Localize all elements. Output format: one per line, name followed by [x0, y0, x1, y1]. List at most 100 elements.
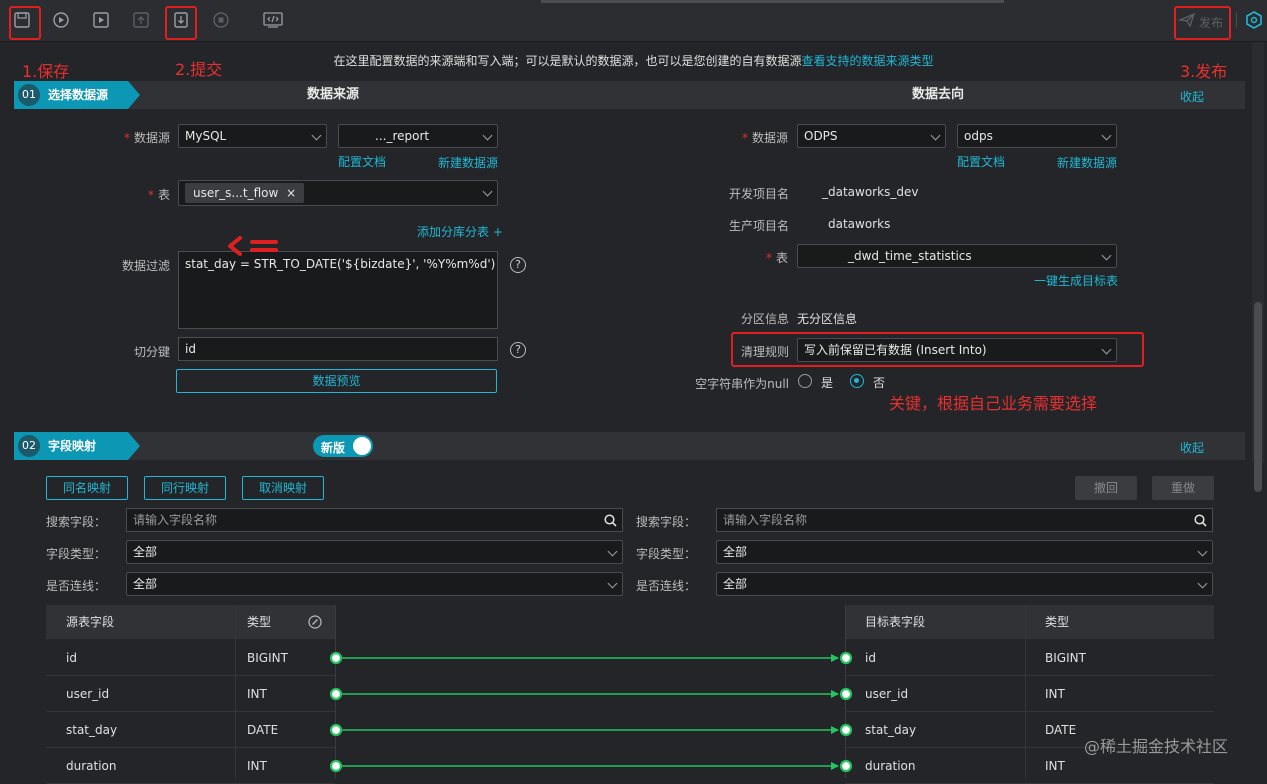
dst-conn-select[interactable]: 全部 [716, 572, 1213, 596]
source-table-tag: user_s...t_flow × [185, 183, 305, 203]
section-number: 01 [16, 82, 42, 108]
same-name-mapping-button[interactable]: 同名映射 [46, 476, 128, 500]
data-preview-button[interactable]: 数据预览 [176, 369, 497, 393]
dst-field-name: stat_day [865, 723, 917, 737]
target-config-doc-link[interactable]: 配置文档 [957, 153, 1005, 170]
dst-field-name: duration [865, 759, 916, 773]
annotation-key-note: 关键，根据自己业务需要选择 [889, 394, 1098, 413]
source-table-label: * 表 [147, 188, 170, 202]
mapping-link-line[interactable] [328, 687, 854, 701]
src-search-input[interactable]: 请输入字段名称 [126, 508, 623, 532]
dst-field-type: INT [1045, 687, 1065, 701]
target-title: 数据去向 [912, 87, 965, 102]
source-table-select[interactable]: user_s...t_flow × [178, 180, 498, 206]
target-ds-type-select[interactable]: ODPS [797, 124, 946, 148]
prod-project-value: dataworks [828, 217, 891, 231]
target-new-ds-link[interactable]: 新建数据源 [1057, 154, 1117, 171]
code-view-icon[interactable] [263, 11, 283, 29]
upload-icon[interactable] [132, 11, 150, 29]
src-field-name: id [66, 651, 77, 665]
src-type-select[interactable]: 全部 [126, 540, 623, 564]
dev-project-label: 开发项目名 [728, 187, 789, 201]
source-table-header: 源表字段 类型 [46, 605, 335, 639]
source-config-doc-link[interactable]: 配置文档 [338, 153, 386, 170]
null-yes-radio[interactable] [798, 374, 812, 388]
src-type-label: 字段类型： [46, 547, 107, 561]
collapse-link[interactable]: 收起 [1180, 88, 1204, 105]
watermark: @稀土掘金技术社区 [1084, 737, 1229, 756]
info-line: 在这里配置数据的来源端和写入端；可以是默认的数据源，也可以是您创建的自有数据源查… [0, 52, 1267, 69]
src-field-type: BIGINT [247, 651, 288, 665]
remove-tag-icon[interactable]: × [286, 186, 296, 200]
src-field-name: user_id [66, 687, 110, 701]
source-title: 数据来源 [307, 87, 360, 102]
section-datasource-header: 01 选择数据源 数据来源 数据去向 收起 [14, 81, 1245, 109]
section-tag-label: 字段映射 [48, 439, 97, 453]
dst-search-label: 搜索字段： [636, 515, 697, 529]
dst-type-select[interactable]: 全部 [716, 540, 1213, 564]
run-icon[interactable] [52, 11, 70, 29]
run-with-params-icon[interactable] [92, 11, 110, 29]
src-conn-select[interactable]: 全部 [126, 572, 623, 596]
operation-center-icon[interactable] [1245, 11, 1263, 29]
collapse-link[interactable]: 收起 [1180, 439, 1204, 456]
src-search-label: 搜索字段： [46, 515, 107, 529]
new-version-toggle[interactable]: 新版 [313, 435, 373, 457]
redo-button[interactable]: 重做 [1152, 476, 1214, 500]
target-ds-label: * 数据源 [741, 131, 788, 145]
edit-icon[interactable] [308, 615, 322, 629]
split-key-input[interactable]: id [178, 337, 498, 361]
mapping-link-line[interactable] [328, 651, 854, 665]
annotation-box-save [9, 6, 41, 40]
mapping-link-line[interactable] [328, 759, 854, 773]
partition-value: 无分区信息 [797, 312, 858, 326]
source-table-row: id BIGINT [46, 640, 335, 676]
dst-conn-label: 是否连线： [636, 579, 697, 593]
target-table-header: 目标表字段 类型 [845, 605, 1214, 639]
search-icon[interactable] [1194, 514, 1207, 527]
stop-icon[interactable] [212, 11, 230, 29]
red-arrow-icon [228, 236, 278, 256]
section-field-mapping-header: 02 字段映射 新版 收起 [14, 432, 1245, 460]
clean-rule-label: 清理规则 [740, 345, 789, 359]
dst-field-header: 目标表字段 [865, 615, 926, 629]
info-text: 在这里配置数据的来源端和写入端；可以是默认的数据源，也可以是您创建的自有数据源 [333, 54, 802, 68]
null-no-radio[interactable] [850, 374, 864, 388]
mapping-link-line[interactable] [328, 723, 854, 737]
split-key-help-icon[interactable]: ? [510, 342, 526, 358]
src-conn-label: 是否连线： [46, 579, 107, 593]
same-row-mapping-button[interactable]: 同行映射 [144, 476, 226, 500]
source-ds-type-select[interactable]: MySQL [178, 124, 327, 148]
cancel-mapping-button[interactable]: 取消映射 [242, 476, 324, 500]
src-field-type: INT [247, 759, 267, 773]
source-new-ds-link[interactable]: 新建数据源 [438, 154, 498, 171]
null-no-label: 否 [873, 376, 886, 390]
target-table-row: user_id INT [845, 676, 1214, 712]
filter-textarea[interactable]: stat_day = STR_TO_DATE('${bizdate}', '%Y… [178, 251, 498, 329]
section-tag: 02 字段映射 [14, 432, 140, 460]
active-tab-indicator [541, 0, 1004, 3]
add-shard-link[interactable]: 添加分库分表 + [417, 223, 503, 240]
src-type-header: 类型 [247, 615, 272, 629]
dst-search-input[interactable]: 请输入字段名称 [716, 508, 1213, 532]
gen-target-table-link[interactable]: 一键生成目标表 [1034, 272, 1118, 289]
filter-label: 数据过滤 [121, 259, 170, 273]
supported-types-link[interactable]: 查看支持的数据来源类型 [802, 54, 934, 68]
scrollbar[interactable] [1252, 42, 1264, 492]
src-field-name: duration [66, 759, 117, 773]
undo-button[interactable]: 撤回 [1075, 476, 1137, 500]
target-table-select[interactable]: _dwd_time_statistics [797, 244, 1117, 268]
filter-help-icon[interactable]: ? [510, 257, 526, 273]
split-key-label: 切分键 [133, 345, 170, 359]
source-table-row: user_id INT [46, 676, 335, 712]
dst-field-name: id [865, 651, 876, 665]
source-ds-name-select[interactable]: ..._report [338, 124, 498, 148]
target-table-row: id BIGINT [845, 640, 1214, 676]
search-icon[interactable] [604, 514, 617, 527]
target-ds-name-select[interactable]: odps [957, 124, 1117, 148]
dst-type-label: 字段类型： [636, 547, 697, 561]
clean-rule-select[interactable]: 写入前保留已有数据 (Insert Into) [797, 338, 1117, 362]
toolbar-divider [1236, 12, 1237, 28]
src-field-header: 源表字段 [66, 615, 115, 629]
section-tag: 01 选择数据源 [14, 81, 140, 109]
